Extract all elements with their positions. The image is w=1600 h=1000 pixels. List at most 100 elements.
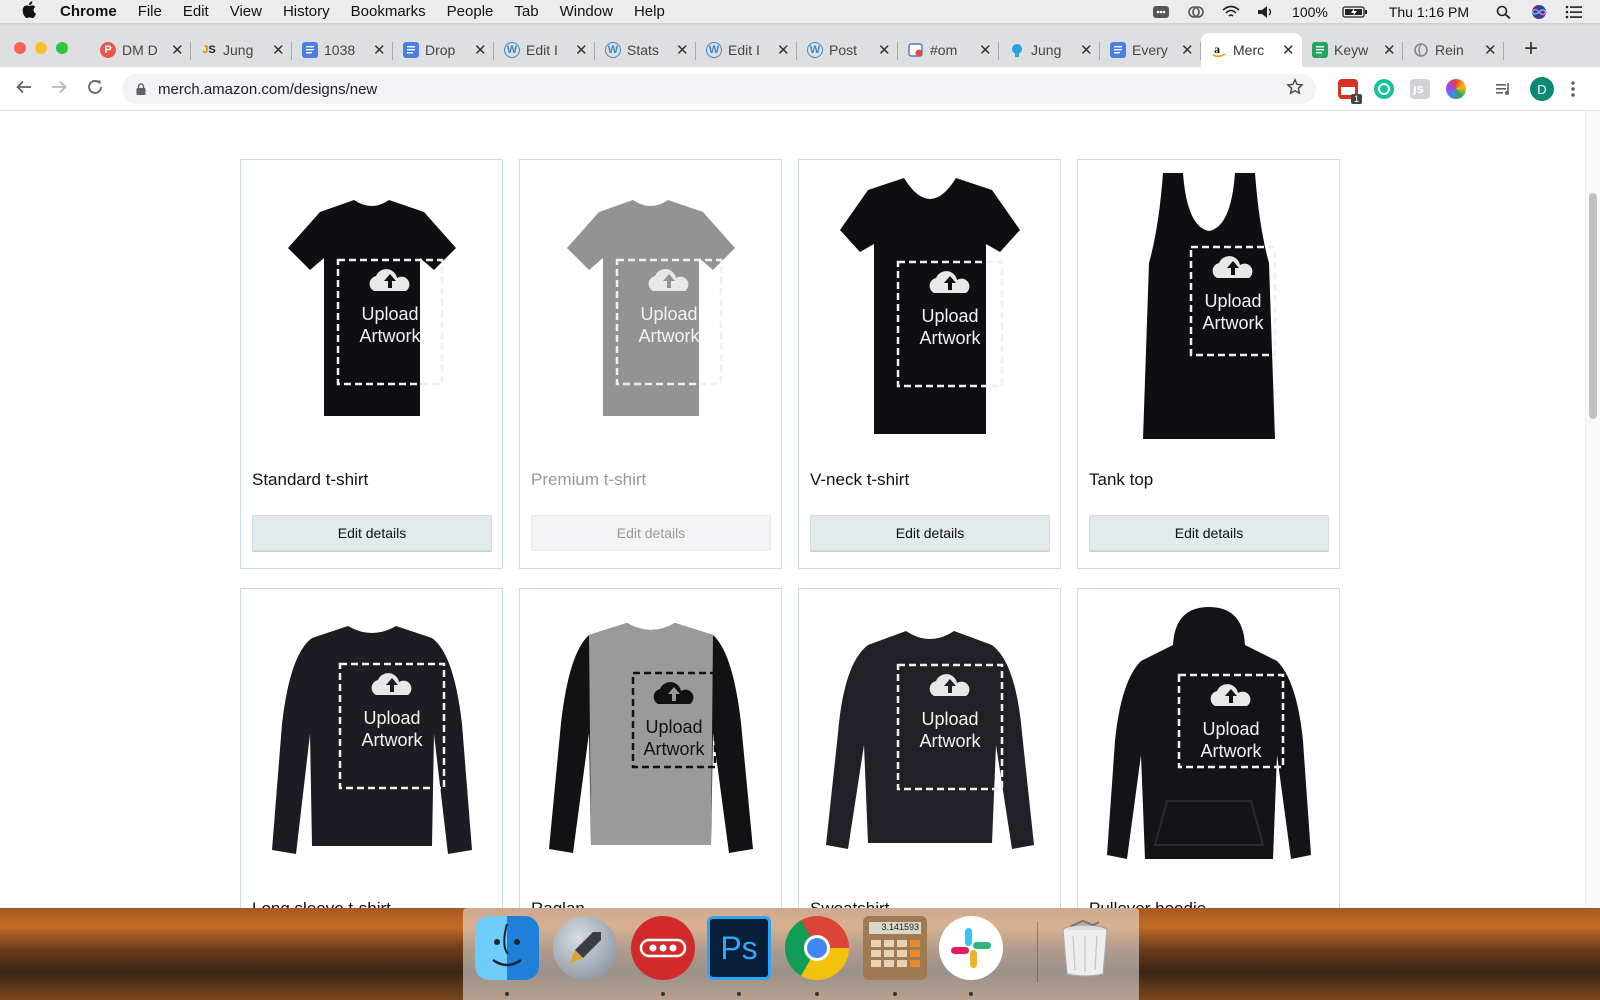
color-picker-extension-icon[interactable] bbox=[1446, 79, 1466, 99]
tab-close-icon[interactable]: ✕ bbox=[1484, 41, 1497, 59]
tab-close-icon[interactable]: ✕ bbox=[575, 41, 588, 59]
grammarly-icon[interactable] bbox=[1374, 79, 1394, 99]
battery-icon[interactable] bbox=[1342, 5, 1368, 19]
siri-icon[interactable] bbox=[1530, 5, 1548, 19]
tab-close-icon[interactable]: ✕ bbox=[272, 41, 285, 59]
javascript-toggle-icon[interactable]: JS bbox=[1410, 79, 1430, 99]
tab-8[interactable]: #om ✕ bbox=[898, 33, 999, 67]
lock-icon[interactable] bbox=[136, 83, 146, 95]
tab-6[interactable]: W Edit I ✕ bbox=[696, 33, 797, 67]
amazon-icon: a bbox=[1211, 42, 1227, 58]
edit-details-button[interactable]: Edit details bbox=[810, 515, 1050, 551]
menu-help[interactable]: Help bbox=[634, 3, 665, 20]
tab-close-icon[interactable]: ✕ bbox=[171, 41, 184, 59]
menu-view[interactable]: View bbox=[230, 3, 262, 20]
menu-history[interactable]: History bbox=[283, 3, 330, 20]
product-card[interactable]: Upload Artwork V-neck t-shirt Edit details bbox=[798, 159, 1061, 569]
menu-people[interactable]: People bbox=[447, 3, 494, 20]
tab-close-icon[interactable]: ✕ bbox=[979, 41, 992, 59]
tab-4[interactable]: W Edit I ✕ bbox=[494, 33, 595, 67]
tab-11[interactable]: a Merc ✕ bbox=[1201, 33, 1302, 67]
tab-close-icon[interactable]: ✕ bbox=[1383, 41, 1396, 59]
close-window-button[interactable] bbox=[14, 42, 26, 54]
apple-menu-icon[interactable] bbox=[22, 0, 42, 23]
wifi-icon[interactable] bbox=[1222, 5, 1240, 19]
minimize-window-button[interactable] bbox=[35, 42, 47, 54]
tab-0[interactable]: P DM D ✕ bbox=[90, 33, 191, 67]
garment-image[interactable]: Upload Artwork bbox=[241, 589, 502, 887]
tab-close-icon[interactable]: ✕ bbox=[1282, 41, 1295, 59]
finder-icon[interactable] bbox=[475, 916, 539, 980]
garment-image[interactable]: Upload Artwork bbox=[241, 160, 502, 458]
remote-desktop-icon[interactable] bbox=[631, 916, 695, 980]
tab-7[interactable]: W Post ✕ bbox=[797, 33, 898, 67]
tab-close-icon[interactable]: ✕ bbox=[777, 41, 790, 59]
garment-image[interactable]: Upload Artwork bbox=[1078, 160, 1339, 458]
tab-close-icon[interactable]: ✕ bbox=[373, 41, 386, 59]
address-bar[interactable]: merch.amazon.com/designs/new bbox=[122, 74, 1316, 104]
notification-center-icon[interactable] bbox=[1565, 5, 1583, 19]
page-scrollbar[interactable] bbox=[1585, 111, 1600, 908]
tab-close-icon[interactable]: ✕ bbox=[878, 41, 891, 59]
volume-icon[interactable] bbox=[1257, 5, 1275, 19]
spotlight-icon[interactable] bbox=[1495, 5, 1513, 20]
product-card[interactable]: Upload Artwork Standard t-shirt Edit detail… bbox=[240, 159, 503, 569]
media-controls-icon[interactable] bbox=[1494, 79, 1514, 99]
tab-3[interactable]: Drop ✕ bbox=[393, 33, 494, 67]
zoom-window-button[interactable] bbox=[56, 42, 68, 54]
menu-tab[interactable]: Tab bbox=[514, 3, 538, 20]
tab-10[interactable]: Every ✕ bbox=[1100, 33, 1201, 67]
chrome-icon[interactable] bbox=[785, 916, 849, 980]
garment-image[interactable]: Upload Artwork bbox=[1078, 589, 1339, 887]
edit-details-button[interactable]: Edit details bbox=[531, 515, 771, 551]
garment-image[interactable]: Upload Artwork bbox=[520, 589, 781, 887]
reload-button[interactable] bbox=[84, 78, 106, 100]
tab-9[interactable]: Jung ✕ bbox=[999, 33, 1100, 67]
product-card[interactable]: Upload Artwork Premium t-shirt Edit details bbox=[519, 159, 782, 569]
trash-icon[interactable] bbox=[1053, 916, 1117, 980]
app-name-menu[interactable]: Chrome bbox=[60, 3, 117, 20]
tab-2[interactable]: 1038 ✕ bbox=[292, 33, 393, 67]
menu-file[interactable]: File bbox=[138, 3, 162, 20]
tab-close-icon[interactable]: ✕ bbox=[676, 41, 689, 59]
docs-icon bbox=[403, 42, 419, 58]
back-button[interactable] bbox=[13, 78, 35, 100]
vneck-icon: UploadArtwork bbox=[839, 178, 1020, 434]
edit-details-button[interactable]: Edit details bbox=[252, 515, 492, 551]
messages-status-icon[interactable] bbox=[1152, 5, 1170, 19]
tab-close-icon[interactable]: ✕ bbox=[474, 41, 487, 59]
tab-13[interactable]: Rein ✕ bbox=[1403, 33, 1504, 67]
menu-edit[interactable]: Edit bbox=[183, 3, 209, 20]
launchpad-icon[interactable] bbox=[553, 916, 617, 980]
profile-avatar[interactable]: D bbox=[1530, 77, 1554, 101]
tab-close-icon[interactable]: ✕ bbox=[1080, 41, 1093, 59]
product-card[interactable]: UploadArtwork Raglan bbox=[519, 588, 782, 908]
product-card[interactable]: UploadArtwork Pullover hoodie bbox=[1077, 588, 1340, 908]
product-card[interactable]: UploadArtwork Long sleeve t-shirt bbox=[240, 588, 503, 908]
extension-calendar-icon[interactable]: 1 bbox=[1338, 79, 1362, 104]
tab-close-icon[interactable]: ✕ bbox=[1181, 41, 1194, 59]
calculator-icon[interactable]: 3.141593 bbox=[863, 916, 927, 980]
garment-image[interactable]: Upload Artwork bbox=[520, 160, 781, 458]
chrome-menu-icon[interactable] bbox=[1568, 79, 1578, 99]
menu-window[interactable]: Window bbox=[560, 3, 613, 20]
new-tab-button[interactable]: + bbox=[1518, 35, 1544, 63]
edit-details-button[interactable]: Edit details bbox=[1089, 515, 1329, 551]
menu-bookmarks[interactable]: Bookmarks bbox=[351, 3, 426, 20]
garment-image[interactable]: Upload Artwork bbox=[799, 589, 1060, 887]
menubar-clock[interactable]: Thu 1:16 PM bbox=[1389, 4, 1469, 20]
product-card[interactable]: Upload Artwork Tank top Edit details bbox=[1077, 159, 1340, 569]
tab-5[interactable]: W Stats ✕ bbox=[595, 33, 696, 67]
bookmark-star-icon[interactable] bbox=[1286, 78, 1304, 101]
creative-cloud-icon[interactable] bbox=[1187, 5, 1205, 19]
product-card[interactable]: UploadArtwork Sweatshirt bbox=[798, 588, 1061, 908]
scrollbar-thumb[interactable] bbox=[1589, 193, 1597, 419]
wordpress-icon: W bbox=[504, 42, 520, 58]
tab-1[interactable]: J S Jung ✕ bbox=[191, 33, 292, 67]
slack-icon[interactable] bbox=[939, 916, 1003, 980]
photoshop-icon[interactable]: Ps bbox=[707, 916, 771, 980]
forward-button[interactable] bbox=[48, 78, 70, 100]
tab-12[interactable]: Keyw ✕ bbox=[1302, 33, 1403, 67]
garment-image[interactable]: Upload Artwork bbox=[799, 160, 1060, 458]
url-text[interactable]: merch.amazon.com/designs/new bbox=[158, 81, 377, 98]
